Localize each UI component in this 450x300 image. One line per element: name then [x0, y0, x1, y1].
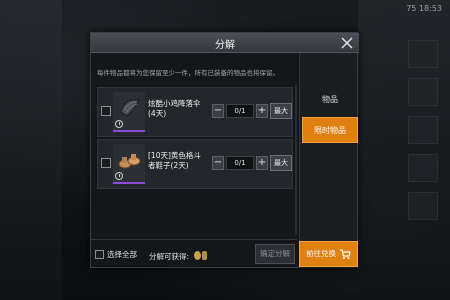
tab-items[interactable]: 物品	[302, 87, 358, 113]
max-button[interactable]: 最大	[270, 103, 292, 119]
list-scrollbar[interactable]	[295, 85, 297, 235]
background-right-panel	[358, 0, 450, 300]
status-text: 75 18:53	[406, 4, 442, 13]
dialog-footer: 选择全部 分解可获得: 确定分解	[91, 239, 297, 268]
item-name: [10天]黄色格斗者鞋子(2天)	[148, 151, 201, 170]
confirm-dismantle-button[interactable]: 确定分解	[255, 244, 295, 264]
go-exchange-button[interactable]: 前往兑换	[299, 241, 358, 267]
notice-text: 每件物品都将为您保留至少一件，所有已装备的物品也将保留。	[97, 69, 279, 77]
checkbox-box	[95, 250, 104, 259]
dismantle-dialog: 分解 每件物品都将为您保留至少一件，所有已装备的物品也将保留。 炫酷小鸡降落伞(…	[90, 32, 359, 268]
decrease-button[interactable]: −	[212, 104, 224, 118]
increase-button[interactable]: +	[256, 104, 268, 118]
select-all-checkbox[interactable]: 选择全部	[95, 249, 137, 260]
tab-limited-items[interactable]: 限时物品	[302, 117, 358, 143]
token-icon	[202, 251, 207, 260]
background-card	[408, 116, 438, 144]
quantity-field: 0/1	[226, 104, 254, 118]
category-tabs: 物品 限时物品	[299, 53, 358, 268]
go-exchange-label: 前往兑换	[306, 249, 336, 258]
item-checkbox[interactable]	[101, 106, 111, 116]
close-icon	[341, 37, 353, 49]
clock-icon	[115, 172, 123, 180]
max-button[interactable]: 最大	[270, 155, 292, 171]
clock-icon	[115, 120, 123, 128]
background-card	[408, 192, 438, 220]
list-item: 炫酷小鸡降落伞(4天) − 0/1 + 最大	[97, 87, 293, 137]
background-card	[408, 40, 438, 68]
decrease-button[interactable]: −	[212, 156, 224, 170]
item-thumbnail	[113, 92, 145, 132]
background-card	[408, 154, 438, 182]
background-card	[408, 78, 438, 106]
list-item: [10天]黄色格斗者鞋子(2天) − 0/1 + 最大	[97, 139, 293, 189]
cart-icon	[340, 249, 351, 259]
select-all-label: 选择全部	[107, 250, 137, 259]
close-button[interactable]	[339, 34, 355, 52]
background-left-panel	[0, 0, 62, 300]
dialog-header: 分解	[91, 33, 359, 53]
item-name: 炫酷小鸡降落伞(4天)	[148, 99, 201, 118]
quantity-field: 0/1	[226, 156, 254, 170]
gain-label: 分解可获得:	[149, 252, 190, 261]
dialog-title: 分解	[215, 40, 235, 51]
item-thumbnail	[113, 144, 145, 184]
increase-button[interactable]: +	[256, 156, 268, 170]
coin-icon	[194, 251, 201, 260]
item-checkbox[interactable]	[101, 158, 111, 168]
